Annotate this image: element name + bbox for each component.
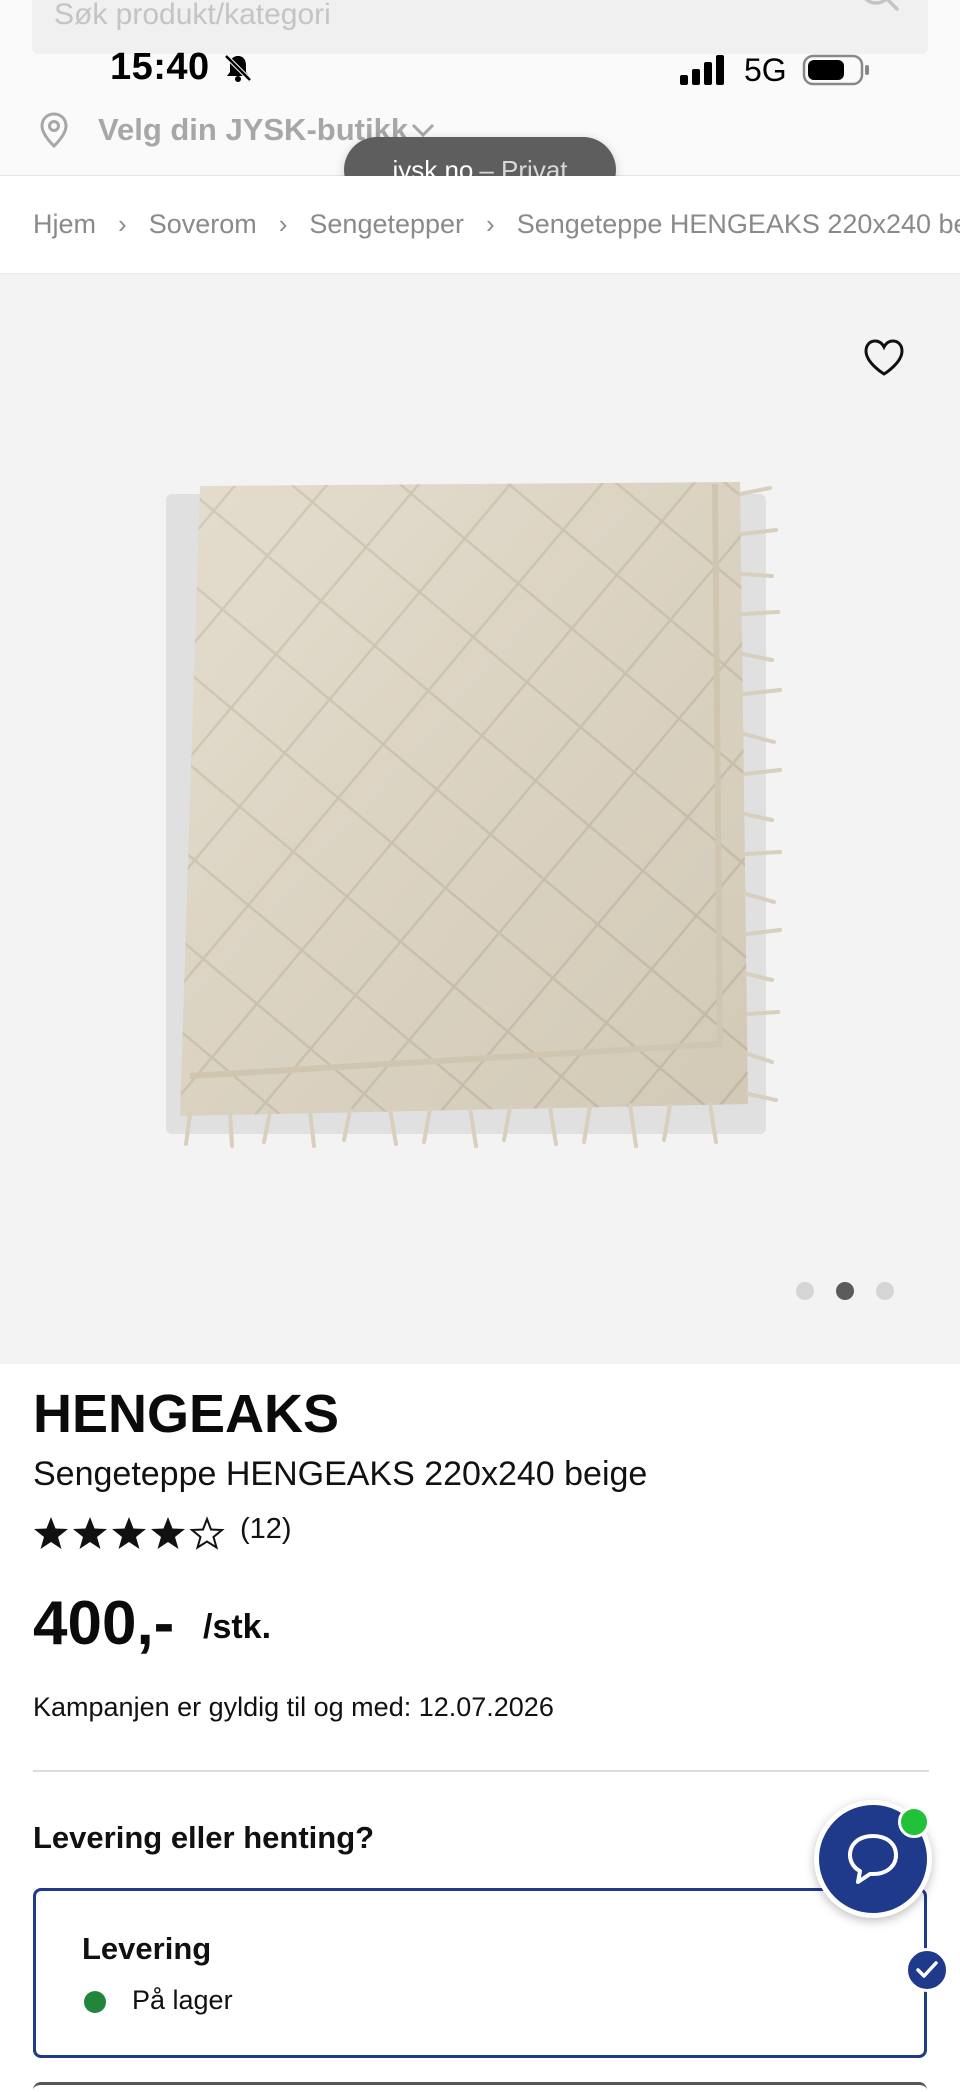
carousel-dots[interactable] <box>796 1282 894 1300</box>
price-unit: /stk. <box>203 1608 272 1646</box>
star-icon <box>73 1517 107 1549</box>
star-icon <box>112 1517 146 1549</box>
search-placeholder: Søk produkt/kategori <box>54 0 331 31</box>
product-title: Sengeteppe HENGEAKS 220x240 beige <box>33 1455 648 1493</box>
pickup-option-card[interactable] <box>33 2082 927 2092</box>
breadcrumb-home[interactable]: Hjem <box>33 209 96 240</box>
carousel-dot-2[interactable] <box>836 1282 854 1300</box>
bell-slash-icon <box>222 52 254 84</box>
check-icon <box>905 1948 949 1992</box>
divider <box>33 1770 929 1772</box>
breadcrumb-separator: › <box>118 209 127 239</box>
delivery-option-title: Levering <box>82 1931 212 1966</box>
breadcrumb-soverom[interactable]: Soverom <box>149 209 257 240</box>
star-outline-icon <box>189 1516 225 1550</box>
star-icon <box>151 1517 185 1549</box>
campaign-validity: Kampanjen er gyldig til og med: 12.07.20… <box>33 1692 554 1722</box>
status-time: 15:40 <box>110 46 210 88</box>
product-image <box>166 482 782 1148</box>
delivery-option-card[interactable]: Levering På lager <box>33 1888 927 2058</box>
product-gallery[interactable] <box>0 274 960 1364</box>
product-price: 400,- <box>33 1589 175 1658</box>
breadcrumb-sengetepper[interactable]: Sengetepper <box>309 209 464 240</box>
rating-stars[interactable] <box>33 1516 225 1550</box>
pin-icon[interactable] <box>38 112 70 149</box>
product-brand: HENGEAKS <box>33 1384 340 1444</box>
stock-status: På lager <box>132 1985 233 2015</box>
star-icon <box>34 1517 68 1549</box>
carousel-dot-1[interactable] <box>796 1282 814 1300</box>
heart-icon[interactable] <box>862 338 906 378</box>
signal-icon <box>680 54 730 86</box>
network-label: 5G <box>744 52 787 88</box>
breadcrumb-separator: › <box>278 209 288 239</box>
chat-online-indicator <box>898 1806 930 1838</box>
battery-icon <box>802 54 872 86</box>
chat-icon <box>848 1834 898 1884</box>
breadcrumb-separator: › <box>486 209 495 239</box>
search-icon[interactable] <box>856 0 900 12</box>
breadcrumb-current: Sengeteppe HENGEAKS 220x240 be <box>516 209 960 239</box>
carousel-dot-3[interactable] <box>876 1282 894 1300</box>
delivery-heading: Levering eller henting? <box>33 1820 375 1855</box>
breadcrumb: Hjem › Soverom › Sengetepper › Sengetepp… <box>0 176 960 274</box>
stock-status-dot <box>84 1991 106 2013</box>
rating-count[interactable]: (12) <box>240 1513 292 1546</box>
